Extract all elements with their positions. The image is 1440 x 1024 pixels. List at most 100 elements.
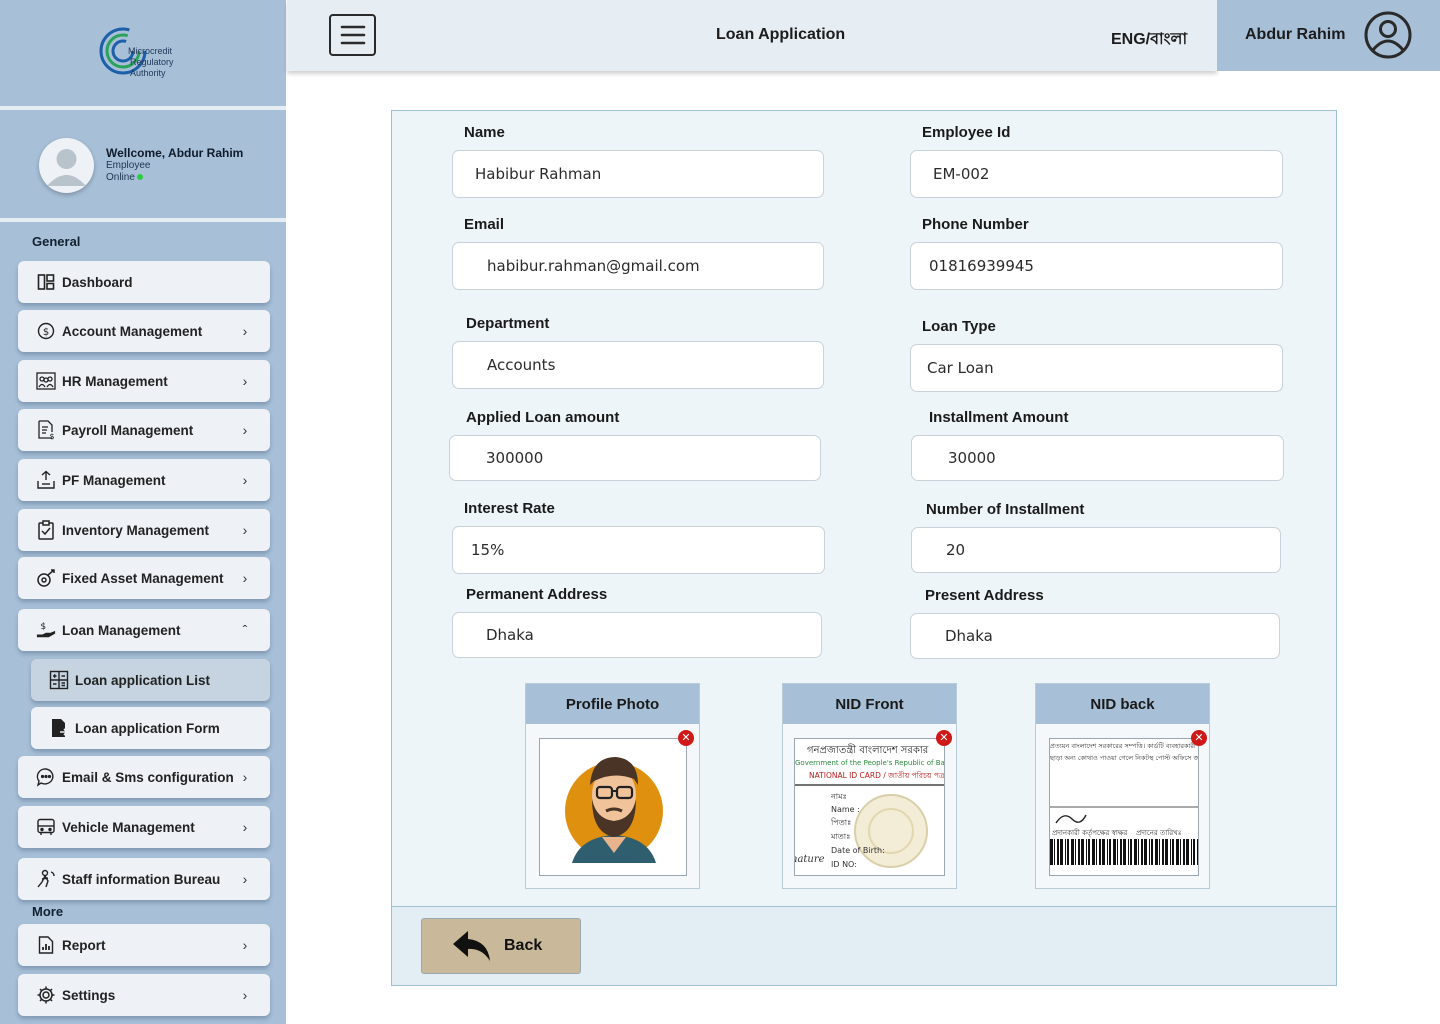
- avatar[interactable]: [39, 138, 94, 193]
- logo-line: Regulatory: [130, 57, 174, 67]
- applied-amount-label: Applied Loan amount: [466, 409, 620, 426]
- loan-type-label: Loan Type: [922, 318, 996, 335]
- payroll-icon: $: [36, 420, 56, 440]
- menu-button[interactable]: [329, 14, 376, 56]
- dashboard-icon: [36, 272, 56, 292]
- sidebar-item-loan-management[interactable]: $ Loan Management ˆ: [18, 609, 270, 651]
- nid-front-text: গনপ্রজাতন্ত্রী বাংলাদেশ সরকার: [807, 745, 929, 756]
- svg-text:$: $: [49, 432, 54, 440]
- nid-front-text: নামঃ: [831, 792, 847, 801]
- department-field[interactable]: Accounts: [452, 341, 824, 389]
- nid-barcode-icon: [1050, 806, 1198, 865]
- nid-front-text: Government of the People's Republic of B…: [795, 759, 945, 767]
- remove-nid-front-icon[interactable]: ✕: [936, 730, 952, 746]
- sidebar-item-loan-application-form[interactable]: Loan application Form: [31, 707, 270, 749]
- name-field[interactable]: Habibur Rahman: [452, 150, 824, 198]
- chevron-right-icon: ›: [242, 422, 248, 438]
- sidebar-item-hr-management[interactable]: HR Management ›: [18, 360, 270, 402]
- chevron-right-icon: ›: [242, 522, 248, 538]
- user-menu[interactable]: Abdur Rahim: [1217, 0, 1440, 71]
- reply-arrow-icon: [453, 931, 490, 961]
- calculator-list-icon: [49, 670, 69, 690]
- hamburger-icon: [340, 25, 365, 45]
- back-button[interactable]: Back: [421, 918, 581, 974]
- chevron-right-icon: ›: [242, 472, 248, 488]
- present-address-field[interactable]: Dhaka: [910, 613, 1280, 659]
- sidebar-item-vehicle-management[interactable]: Vehicle Management ›: [18, 806, 270, 848]
- chevron-right-icon: ›: [242, 769, 248, 785]
- profile-card: Wellcome, Abdur Rahim Employee Online: [0, 112, 286, 218]
- profile-photo-upload[interactable]: Profile Photo ✕: [525, 683, 700, 889]
- remove-profile-photo-icon[interactable]: ✕: [678, 730, 694, 746]
- sidebar-item-label: Payroll Management: [62, 422, 194, 438]
- loan-type-field[interactable]: Car Loan: [910, 344, 1283, 392]
- nid-front-text: Name :: [831, 805, 860, 814]
- nid-front-upload[interactable]: NID Front গনপ্রজাতন্ত্রী বাংলাদেশ সরকার …: [782, 683, 957, 889]
- email-label: Email: [464, 216, 505, 233]
- logo-line: Microcredit: [128, 46, 173, 56]
- sidebar-item-settings[interactable]: Settings ›: [18, 974, 270, 1016]
- chevron-right-icon: ›: [242, 570, 248, 586]
- nid-back-upload[interactable]: NID back প্রত্যয়ন বাংলাদেশ সরকারের সম্প…: [1035, 683, 1210, 889]
- applied-amount-field[interactable]: 300000: [449, 435, 821, 481]
- clipboard-check-icon: [36, 520, 56, 540]
- phone-label: Phone Number: [922, 216, 1029, 233]
- sidebar-item-email-sms-configuration[interactable]: Email & Sms configuration ›: [18, 756, 270, 798]
- pf-icon: [36, 470, 56, 490]
- language-toggle[interactable]: ENG/বাংলা: [1111, 26, 1187, 53]
- status-text: Online: [106, 172, 135, 183]
- nid-front-text: NATIONAL ID CARD / জাতীয় পরিচয় পত্র: [809, 771, 945, 780]
- loan-application-card: Name Habibur Rahman Employee Id EM-002 E…: [391, 110, 1337, 986]
- sidebar-item-label: Email & Sms configuration: [62, 769, 234, 785]
- interest-rate-field[interactable]: 15%: [452, 526, 825, 574]
- team-icon: [36, 371, 56, 391]
- upload-title: NID Front: [783, 684, 956, 724]
- sidebar-item-payroll-management[interactable]: $ Payroll Management ›: [18, 409, 270, 451]
- logo-text: Microcredit Regulatory Authority: [128, 46, 198, 79]
- user-circle-icon[interactable]: [1363, 10, 1413, 60]
- chevron-up-icon: ˆ: [242, 622, 248, 638]
- sidebar-item-label: Report: [62, 937, 106, 953]
- name-label: Name: [464, 124, 505, 141]
- phone-field[interactable]: 01816939945: [910, 242, 1283, 290]
- svg-text:$: $: [43, 327, 49, 338]
- nid-front-text: পিতাঃ: [831, 818, 852, 827]
- sidebar-item-staff-information-bureau[interactable]: Staff information Bureau ›: [18, 858, 270, 900]
- sidebar-item-label: Inventory Management: [62, 522, 210, 538]
- present-address-label: Present Address: [925, 587, 1044, 604]
- sidebar-item-report[interactable]: Report ›: [18, 924, 270, 966]
- sidebar-item-fixed-asset-management[interactable]: Fixed Asset Management ›: [18, 557, 270, 599]
- svg-text:$: $: [40, 622, 46, 632]
- sidebar-item-loan-application-list[interactable]: Loan application List: [31, 659, 270, 701]
- remove-nid-back-icon[interactable]: ✕: [1191, 730, 1207, 746]
- upload-title: NID back: [1036, 684, 1209, 724]
- chevron-right-icon: ›: [242, 323, 248, 339]
- num-installments-label: Number of Installment: [926, 501, 1085, 518]
- sidebar-item-pf-management[interactable]: PF Management ›: [18, 459, 270, 501]
- divider: [0, 218, 286, 222]
- sidebar-item-label: HR Management: [62, 373, 168, 389]
- chevron-right-icon: ›: [242, 373, 248, 389]
- sidebar-item-inventory-management[interactable]: Inventory Management ›: [18, 509, 270, 551]
- top-header: Loan Application ENG/বাংলা: [287, 0, 1217, 71]
- sidebar-item-label: Loan application List: [75, 672, 211, 688]
- num-installments-field[interactable]: 20: [911, 527, 1281, 573]
- email-field[interactable]: habibur.rahman@gmail.com: [452, 242, 824, 290]
- sidebar-item-dashboard[interactable]: Dashboard: [18, 261, 270, 303]
- back-label: Back: [504, 937, 543, 954]
- upload-title: Profile Photo: [526, 684, 699, 724]
- chevron-right-icon: ›: [242, 819, 248, 835]
- asset-icon: [36, 568, 56, 588]
- sidebar-item-label: Fixed Asset Management: [62, 570, 224, 586]
- sidebar-item-label: Settings: [62, 987, 116, 1003]
- bus-icon: [36, 817, 56, 837]
- role-text: Employee: [106, 160, 151, 171]
- chevron-right-icon: ›: [242, 871, 248, 887]
- permanent-address-field[interactable]: Dhaka: [452, 612, 822, 658]
- installment-amount-field[interactable]: 30000: [911, 435, 1284, 481]
- department-label: Department: [466, 315, 550, 332]
- avatar-illustration-icon: [565, 757, 663, 863]
- sidebar-item-account-management[interactable]: $ Account Management ›: [18, 310, 270, 352]
- employee-id-field[interactable]: EM-002: [910, 150, 1283, 198]
- employee-id-label: Employee Id: [922, 124, 1011, 141]
